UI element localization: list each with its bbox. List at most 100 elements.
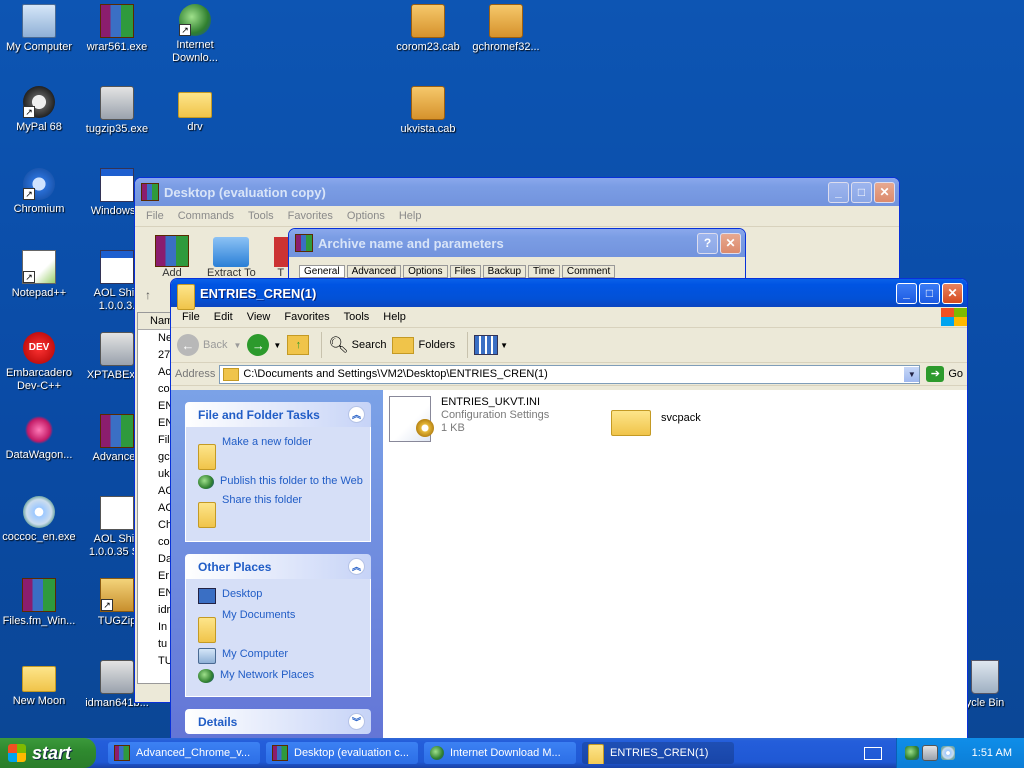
winrar-row[interactable]: co (138, 534, 172, 551)
winrar-row[interactable]: TU (138, 653, 172, 670)
close-button[interactable]: ✕ (720, 232, 741, 254)
winrar-row[interactable]: EN (138, 398, 172, 415)
forward-button[interactable]: → ▼ (247, 334, 281, 356)
menu-options[interactable]: Options (340, 210, 392, 222)
go-button[interactable]: ➔ Go (926, 366, 963, 382)
desktop-icon-devcpp[interactable]: DEV Embarcadero Dev-C++ (0, 330, 78, 393)
folder-item-svcpack[interactable]: svcpack (611, 402, 701, 436)
menu-help[interactable]: Help (376, 311, 413, 323)
desktop-icon-internet-download[interactable]: ↗ Internet Downlo... (156, 2, 234, 65)
desktop-icon-gchromef32[interactable]: gchromef32... (467, 2, 545, 54)
share-folder-link[interactable]: Share this folder (198, 494, 370, 528)
taskbar-item-winrar-desktop[interactable]: Desktop (evaluation c... (266, 742, 418, 764)
close-button[interactable]: ✕ (874, 181, 895, 203)
chevron-up-icon[interactable]: ︽ (348, 558, 365, 575)
chevron-down-icon[interactable]: ▼ (233, 341, 241, 350)
menu-view[interactable]: View (240, 311, 278, 323)
winrar-row[interactable]: tu (138, 636, 172, 653)
chevron-down-icon[interactable]: ︾ (348, 713, 365, 730)
winrar-titlebar[interactable]: Desktop (evaluation copy) _ □ ✕ (135, 178, 899, 206)
tab-comment[interactable]: Comment (561, 265, 616, 278)
winrar-row[interactable]: idr (138, 602, 172, 619)
winrar-row[interactable]: AC (138, 483, 172, 500)
place-my-computer-link[interactable]: My Computer (198, 648, 370, 664)
desktop-icon-filesfm[interactable]: Files.fm_Win... (0, 576, 78, 628)
menu-favorites[interactable]: Favorites (277, 311, 336, 323)
views-button[interactable]: ▼ (474, 335, 508, 355)
maximize-button[interactable]: □ (851, 181, 872, 203)
chevron-up-icon[interactable]: ︽ (348, 406, 365, 423)
up-folder-button[interactable]: ↑ (287, 335, 310, 355)
desktop-icon-chromium[interactable]: ↗ Chromium (0, 166, 78, 216)
publish-folder-link[interactable]: Publish this folder to the Web (198, 475, 370, 489)
download-tray-icon[interactable] (941, 746, 955, 760)
menu-commands[interactable]: Commands (171, 210, 241, 222)
winrar-row[interactable]: Er (138, 568, 172, 585)
extract-to-button[interactable]: Extract To (207, 237, 256, 279)
maximize-button[interactable]: □ (919, 282, 940, 304)
keyboard-icon[interactable] (864, 746, 882, 760)
test-button[interactable]: T (273, 237, 288, 279)
tab-files[interactable]: Files (449, 265, 481, 278)
winrar-row[interactable]: AC (138, 500, 172, 517)
winrar-row[interactable]: Ch (138, 517, 172, 534)
tab-backup[interactable]: Backup (482, 265, 527, 278)
desktop-icon-notepadpp[interactable]: ↗ Notepad++ (0, 248, 78, 300)
panel-header[interactable]: Details ︾ (185, 709, 371, 734)
winrar-row[interactable]: Ne (138, 330, 172, 347)
taskbar-item-internet-download[interactable]: Internet Download M... (424, 742, 576, 764)
taskbar-item-advanced-chrome[interactable]: Advanced_Chrome_v... (108, 742, 260, 764)
tab-options[interactable]: Options (403, 265, 448, 278)
tab-time[interactable]: Time (528, 265, 560, 278)
column-name-header[interactable]: Name (138, 313, 179, 330)
archive-dialog-titlebar[interactable]: Archive name and parameters ? ✕ (289, 229, 745, 257)
desktop-icon-mypal[interactable]: ↗ MyPal 68 (0, 84, 78, 134)
panel-header[interactable]: Other Places ︽ (185, 554, 371, 579)
menu-favorites[interactable]: Favorites (281, 210, 340, 222)
explorer-window[interactable]: ENTRIES_CREN(1) _ □ ✕ File Edit View Fav… (170, 278, 968, 742)
desktop-icon-datawagon[interactable]: DataWagon... (0, 412, 78, 462)
settings-tray-icon[interactable] (922, 745, 938, 761)
place-network-link[interactable]: My Network Places (198, 669, 370, 683)
explorer-titlebar[interactable]: ENTRIES_CREN(1) _ □ ✕ (171, 279, 967, 310)
menu-edit[interactable]: Edit (207, 311, 240, 323)
desktop-icon-tugzip-exe[interactable]: tugzip35.exe (78, 84, 156, 136)
winrar-row[interactable]: Da (138, 551, 172, 568)
archive-dialog[interactable]: Archive name and parameters ? ✕ General … (288, 228, 746, 280)
minimize-button[interactable]: _ (896, 282, 917, 304)
address-input[interactable]: C:\Documents and Settings\VM2\Desktop\EN… (219, 364, 921, 384)
clock[interactable]: 1:51 AM (972, 747, 1012, 759)
desktop-icon-coccoc[interactable]: coccoc_en.exe (0, 494, 78, 544)
winrar-row[interactable]: Ac (138, 364, 172, 381)
start-button[interactable]: start (0, 738, 96, 768)
minimize-button[interactable]: _ (828, 181, 849, 203)
desktop-icon-ukvista[interactable]: ukvista.cab (389, 84, 467, 136)
back-button[interactable]: ← Back ▼ (177, 334, 241, 356)
menu-file[interactable]: File (175, 311, 207, 323)
place-my-documents-link[interactable]: My Documents (198, 609, 370, 643)
chevron-down-icon[interactable]: ▼ (273, 341, 281, 350)
winrar-row[interactable]: uk (138, 466, 172, 483)
winrar-row[interactable]: In (138, 619, 172, 636)
file-view[interactable]: ENTRIES_UKVT.INI Configuration Settings … (383, 390, 967, 741)
make-new-folder-link[interactable]: Make a new folder (198, 436, 370, 470)
winrar-row[interactable]: Fil (138, 432, 172, 449)
desktop-icon-corom23[interactable]: corom23.cab (389, 2, 467, 54)
folders-button[interactable]: Folders (392, 336, 455, 354)
up-arrow-icon[interactable]: ↑ (145, 288, 159, 302)
desktop-icon-drv[interactable]: drv (156, 84, 234, 134)
menu-tools[interactable]: Tools (337, 311, 377, 323)
network-icon[interactable] (905, 746, 919, 760)
place-desktop-link[interactable]: Desktop (198, 588, 370, 604)
winrar-row[interactable]: co (138, 381, 172, 398)
winrar-row[interactable]: EN (138, 415, 172, 432)
menu-file[interactable]: File (139, 210, 171, 222)
menu-help[interactable]: Help (392, 210, 429, 222)
search-button[interactable]: 🔍︎ Search (328, 335, 386, 355)
chevron-down-icon[interactable]: ▼ (904, 366, 920, 382)
close-button[interactable]: ✕ (942, 282, 963, 304)
desktop-icon-my-computer[interactable]: My Computer (0, 2, 78, 54)
winrar-row[interactable]: gc (138, 449, 172, 466)
winrar-file-list[interactable]: Name Ne 27 Ac co EN EN Fil gc uk AC AC Ch co Da Er EN id… (137, 312, 179, 684)
file-item-ini[interactable]: ENTRIES_UKVT.INI Configuration Settings … (389, 396, 549, 442)
